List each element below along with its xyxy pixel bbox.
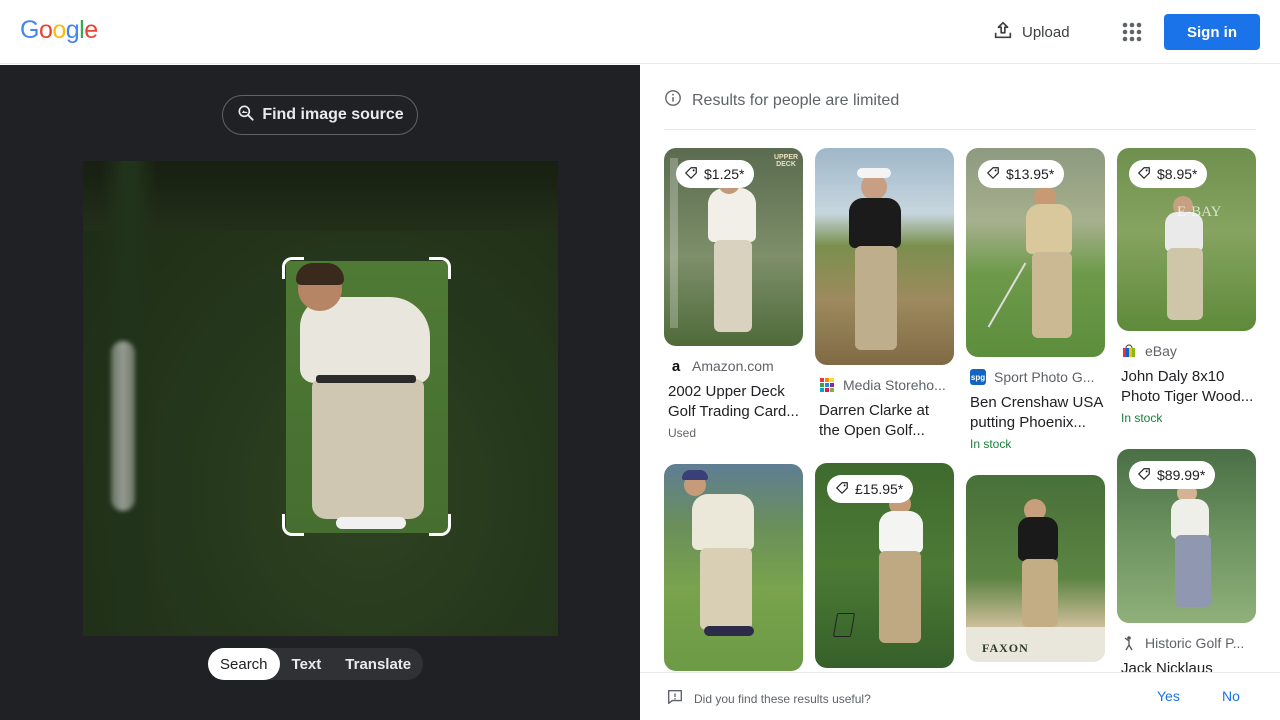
feedback-yes-button[interactable]: Yes	[1157, 688, 1180, 704]
result-card[interactable]: E-BAY $8.95* eBay John Daly 8x10 Photo T…	[1117, 148, 1256, 425]
result-thumbnail[interactable]: $89.99*	[1117, 449, 1256, 623]
crop-handle-top-left[interactable]	[282, 257, 304, 279]
feedback-icon	[666, 688, 684, 709]
player-name-label: FAXON	[982, 641, 1029, 655]
upload-label: Upload	[1022, 23, 1070, 41]
price-badge: $13.95*	[978, 160, 1065, 188]
find-image-source-label: Find image source	[262, 106, 404, 123]
sport-photo-favicon: spg	[970, 369, 986, 385]
golfer-favicon	[1121, 635, 1137, 651]
result-thumbnail[interactable]: UPPER DECK $1.25*	[664, 148, 803, 346]
result-card[interactable]: £15.95*	[815, 463, 954, 668]
price-badge: $1.25*	[676, 160, 755, 188]
query-image-pane: Find image source Search Text Translate	[0, 65, 640, 720]
tab-search[interactable]: Search	[208, 648, 280, 680]
price-tag-icon	[986, 166, 1000, 183]
price-tag-icon	[835, 481, 849, 498]
results-pane: Results for people are limited UPPER DEC…	[640, 65, 1280, 720]
result-condition: Used	[668, 426, 697, 440]
upper-deck-logo: UPPER DECK	[773, 154, 799, 168]
feedback-bar: Did you find these results useful? Yes N…	[640, 672, 1280, 720]
query-image[interactable]	[83, 161, 558, 636]
result-card[interactable]: FAXON	[966, 475, 1105, 662]
tab-translate[interactable]: Translate	[333, 648, 423, 680]
result-thumbnail[interactable]: FAXON	[966, 475, 1105, 662]
price-tag-icon	[1137, 467, 1151, 484]
upload-icon	[992, 19, 1014, 45]
google-logo[interactable]: Google	[20, 16, 98, 45]
results-notice: Results for people are limited	[664, 89, 899, 112]
price-badge: $89.99*	[1129, 461, 1216, 489]
result-card[interactable]: UPPER DECK $1.25* a Amazon.com 2002 Uppe…	[664, 148, 803, 440]
feedback-question: Did you find these results useful?	[666, 688, 871, 709]
result-thumbnail[interactable]: E-BAY $8.95*	[1117, 148, 1256, 331]
ebay-favicon	[1121, 343, 1137, 359]
result-source[interactable]: Media Storeho...	[815, 377, 954, 393]
result-card[interactable]: $13.95* spg Sport Photo G... Ben Crensha…	[966, 148, 1105, 451]
find-image-source-button[interactable]: Find image source	[222, 95, 418, 135]
result-thumbnail[interactable]: £15.95*	[815, 463, 954, 668]
crop-handle-bottom-right[interactable]	[429, 514, 451, 536]
result-source[interactable]: eBay	[1117, 343, 1256, 359]
result-title[interactable]: Ben Crenshaw USA putting Phoenix...	[966, 393, 1105, 433]
ebay-watermark: E-BAY	[1177, 204, 1222, 220]
image-search-icon	[236, 103, 256, 128]
price-tag-icon	[1137, 166, 1151, 183]
sign-in-button[interactable]: Sign in	[1164, 14, 1260, 50]
amazon-favicon: a	[671, 358, 681, 374]
crop-handle-top-right[interactable]	[429, 257, 451, 279]
tab-text[interactable]: Text	[280, 648, 334, 680]
top-header: Google Upload Sign in	[0, 0, 1280, 64]
result-title[interactable]: 2002 Upper Deck Golf Trading Card...	[664, 382, 803, 422]
result-card[interactable]	[664, 464, 803, 671]
price-badge: £15.95*	[827, 475, 914, 503]
result-card[interactable]: $89.99* Historic Golf P... Jack Nicklaus	[1117, 449, 1256, 679]
media-storehouse-favicon	[819, 377, 835, 393]
price-tag-icon	[684, 166, 698, 183]
result-title[interactable]: Darren Clarke at the Open Golf...	[815, 401, 954, 441]
result-card[interactable]: Media Storeho... Darren Clarke at the Op…	[815, 148, 954, 441]
upload-button[interactable]: Upload	[992, 18, 1070, 46]
result-stock-status: In stock	[970, 437, 1012, 451]
result-thumbnail[interactable]: $13.95*	[966, 148, 1105, 357]
feedback-no-button[interactable]: No	[1222, 688, 1240, 704]
price-badge: $8.95*	[1129, 160, 1208, 188]
result-source[interactable]: Historic Golf P...	[1117, 635, 1256, 651]
divider	[664, 129, 1256, 130]
result-title[interactable]: John Daly 8x10 Photo Tiger Wood...	[1117, 367, 1256, 407]
result-thumbnail[interactable]	[664, 464, 803, 671]
result-source[interactable]: a Amazon.com	[664, 358, 803, 374]
lens-mode-tabs: Search Text Translate	[208, 648, 424, 680]
selected-region[interactable]	[286, 261, 448, 533]
result-stock-status: In stock	[1121, 411, 1163, 425]
info-icon	[664, 89, 682, 112]
result-source[interactable]: spg Sport Photo G...	[966, 369, 1105, 385]
apps-grid-icon[interactable]	[1118, 18, 1146, 46]
crop-handle-bottom-left[interactable]	[282, 514, 304, 536]
results-notice-text: Results for people are limited	[692, 91, 900, 109]
result-thumbnail[interactable]	[815, 148, 954, 365]
